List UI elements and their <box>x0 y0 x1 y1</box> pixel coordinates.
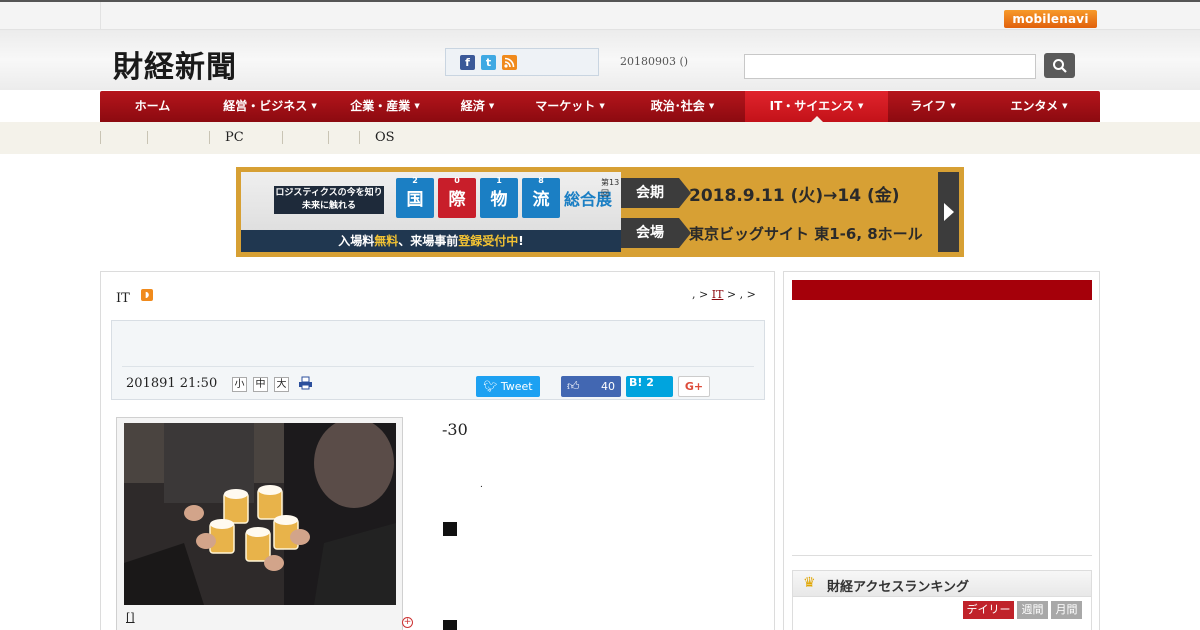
site-header: 財経新聞 f t 20180903 () <box>0 30 1200 90</box>
subnav-item-os[interactable]: OS <box>375 130 395 145</box>
banner-venue-row: 会場 東京ビッグサイト 東1-6, 8ホール <box>621 215 938 251</box>
nav-item-business[interactable]: 経営・ビジネス ▼ <box>205 91 335 122</box>
google-plus-button[interactable]: G+ <box>678 376 710 397</box>
sidebar: ♛ 財経アクセスランキング デイリー 週間 月間 <box>783 271 1100 630</box>
article-column: IT ◗ , > IT > , > 201891 21:50 小 中 大 🐦︎ … <box>100 271 775 630</box>
breadcrumb-link-it[interactable]: IT <box>712 288 724 301</box>
banner-cube: 1物 <box>480 176 518 218</box>
tweet-button[interactable]: 🐦︎ Tweet <box>476 376 540 397</box>
social-links: f t <box>445 48 599 76</box>
article-header: 201891 21:50 小 中 大 🐦︎ Tweet 👍︎ 40 B! 2 G+ <box>111 320 765 400</box>
chevron-down-icon: ▼ <box>1062 102 1068 110</box>
subnav-item-pc[interactable]: PC <box>225 130 244 145</box>
banner-period-row: 会期 2018.9.11 (火)→14 (金) <box>621 175 938 211</box>
top-strip-inner <box>100 2 1100 30</box>
banner-tagline: ロジスティクスの今を知り未来に触れる <box>274 186 384 214</box>
banner-venue-label: 会場 <box>621 218 691 248</box>
nav-item-industry[interactable]: 企業・産業 ▼ <box>335 91 435 122</box>
photo-caption[interactable]: [] <box>126 611 135 624</box>
category-label: IT <box>116 291 130 306</box>
chevron-down-icon: ▼ <box>950 102 956 110</box>
play-arrow-icon <box>938 172 959 252</box>
article-lead: -30 <box>442 420 468 439</box>
chevron-down-icon: ▼ <box>708 102 715 110</box>
bullet-square-icon <box>443 620 457 630</box>
top-strip: mobilenavi <box>0 0 1200 30</box>
nav-item-entertainment[interactable]: エンタメ ▼ <box>978 91 1100 122</box>
divider <box>328 131 329 144</box>
twitter-icon[interactable]: t <box>481 55 496 70</box>
tab-weekly[interactable]: 週間 <box>1017 601 1048 619</box>
nav-item-economy[interactable]: 経済 ▼ <box>435 91 520 122</box>
nav-item-market[interactable]: マーケット ▼ <box>520 91 620 122</box>
print-icon[interactable] <box>298 376 313 390</box>
breadcrumb: , > IT > , > <box>692 288 756 301</box>
hatena-bookmark-button[interactable]: B! 2 <box>626 376 673 397</box>
sidebar-ad-slot <box>792 306 1092 556</box>
divider <box>100 131 101 144</box>
article-text-fragment: . <box>480 480 483 490</box>
banner-edition: 第13回 <box>601 178 620 198</box>
chevron-down-icon: ▼ <box>414 102 420 110</box>
chevron-down-icon: ▼ <box>311 102 317 110</box>
zoom-icon[interactable]: + <box>402 617 413 628</box>
tab-monthly[interactable]: 月間 <box>1051 601 1082 619</box>
article-photo[interactable] <box>124 423 396 605</box>
sidebar-header-bar <box>792 280 1092 300</box>
font-size-large-button[interactable]: 大 <box>274 377 289 392</box>
ranking-header: ♛ 財経アクセスランキング <box>793 571 1091 597</box>
banner-venue-value: 東京ビッグサイト 東1-6, 8ホール <box>689 225 923 243</box>
bullet-square-icon <box>443 522 457 536</box>
rss-icon[interactable]: ◗ <box>141 289 153 301</box>
twitter-bird-icon: 🐦︎ <box>483 380 498 393</box>
banner-cube: 0際 <box>438 176 476 218</box>
facebook-like-button[interactable]: 👍︎ 40 <box>561 376 621 397</box>
publish-date: 201891 21:50 <box>126 376 218 391</box>
article-photo-frame: [] <box>116 417 403 630</box>
chevron-down-icon: ▼ <box>599 102 605 110</box>
sub-nav: PC OS <box>0 122 1200 154</box>
crown-icon: ♛ <box>803 575 816 591</box>
rss-icon[interactable] <box>502 55 517 70</box>
nav-item-life[interactable]: ライフ ▼ <box>888 91 978 122</box>
chevron-down-icon: ▼ <box>857 102 864 110</box>
divider <box>359 131 360 144</box>
nav-item-politics[interactable]: 政治･社会 ▼ <box>620 91 745 122</box>
divider <box>209 131 210 144</box>
banner-left-panel: ロジスティクスの今を知り未来に触れる 2国 0際 1物 8流 総合展 第13回 … <box>241 172 621 252</box>
divider <box>122 366 754 367</box>
thumbs-up-icon: 👍︎ <box>567 379 580 393</box>
banner-period-value: 2018.9.11 (火)→14 (金) <box>689 186 900 206</box>
nav-item-it-science[interactable]: IT・サイエンス ▼ <box>745 91 888 122</box>
main-nav: ホーム 経営・ビジネス ▼ 企業・産業 ▼ 経済 ▼ マーケット ▼ 政治･社会 ▼ IT… <box>100 91 1100 122</box>
divider <box>147 131 148 144</box>
font-size-medium-button[interactable]: 中 <box>253 377 268 392</box>
facebook-icon[interactable]: f <box>460 55 475 70</box>
access-ranking: ♛ 財経アクセスランキング デイリー 週間 月間 <box>792 570 1092 630</box>
mobilenavi-link[interactable]: mobilenavi <box>1004 10 1097 28</box>
banner-cube: 8流 <box>522 176 560 218</box>
header-date: 20180903 () <box>620 55 689 68</box>
tab-daily[interactable]: デイリー <box>963 601 1014 619</box>
search-icon <box>1053 59 1067 73</box>
banner-free-entry: 入場料無料、来場事前登録受付中! <box>241 230 621 252</box>
expo-banner-ad[interactable]: ロジスティクスの今を知り未来に触れる 2国 0際 1物 8流 総合展 第13回 … <box>236 167 964 257</box>
site-logo[interactable]: 財経新聞 <box>113 42 237 86</box>
search-button[interactable] <box>1044 53 1075 78</box>
search-input[interactable] <box>744 54 1036 79</box>
divider <box>282 131 283 144</box>
banner-cube: 2国 <box>396 176 434 218</box>
banner-period-label: 会期 <box>621 178 691 208</box>
chevron-down-icon: ▼ <box>488 102 495 110</box>
banner-right-panel: 会期 2018.9.11 (火)→14 (金) 会場 東京ビッグサイト 東1-6… <box>621 172 938 252</box>
ranking-title: 財経アクセスランキング <box>827 580 969 595</box>
nav-item-home[interactable]: ホーム <box>100 91 205 122</box>
font-size-small-button[interactable]: 小 <box>232 377 247 392</box>
